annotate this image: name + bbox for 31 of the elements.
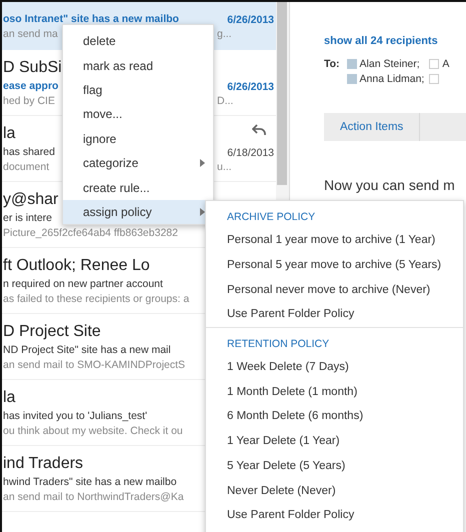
message-subject: ease appro bbox=[3, 79, 58, 94]
message-subject: er is intere bbox=[3, 211, 52, 226]
message-sender: ft Outlook; Renee Lo bbox=[3, 256, 150, 276]
message-sender: D Project Site bbox=[3, 322, 101, 342]
message-preview: ou think about my website. Check it ou bbox=[3, 424, 183, 439]
message-subject: has shared bbox=[3, 145, 55, 160]
message-sender: la bbox=[3, 124, 16, 144]
message-sender: la bbox=[3, 388, 16, 408]
message-preview: D... bbox=[217, 94, 234, 109]
message-subject: n required on new partner account bbox=[3, 277, 163, 292]
message-preview: Picture_265f2cfe64ab4 ffb863eb3282 bbox=[3, 226, 178, 241]
message-date: 6/18/2013 bbox=[227, 146, 274, 158]
message-sender: ind Traders bbox=[3, 454, 84, 474]
message-preview: document bbox=[3, 160, 50, 175]
message-preview: an send ma bbox=[3, 27, 58, 42]
message-sender: D SubSi bbox=[3, 58, 62, 78]
message-date: 6/26/2013 bbox=[227, 80, 274, 92]
message-body: Now you can send m bbox=[324, 177, 456, 193]
message-preview: hed by CIE bbox=[3, 94, 55, 109]
message-subject: ND Project Site" site has a new mail bbox=[3, 343, 171, 358]
message-subject: oso Intranet" site has a new mailbo bbox=[3, 12, 179, 27]
message-subject: hwind Traders" site has a new mailbo bbox=[3, 475, 177, 490]
message-preview: g... bbox=[217, 27, 232, 42]
message-subject: has invited you to 'Julians_test' bbox=[3, 409, 148, 424]
message-sender: y@shar bbox=[3, 190, 58, 210]
message-date: 6/26/2013 bbox=[227, 14, 274, 26]
message-preview: as failed to these recipients or groups: a bbox=[3, 292, 190, 307]
message-preview: u... bbox=[217, 160, 232, 175]
message-preview: an send mail to SMO-KAMINDProjectS bbox=[3, 358, 186, 373]
to-label: To: bbox=[324, 58, 340, 72]
message-preview: an send mail to NorthwindTraders@Ka bbox=[3, 490, 184, 505]
